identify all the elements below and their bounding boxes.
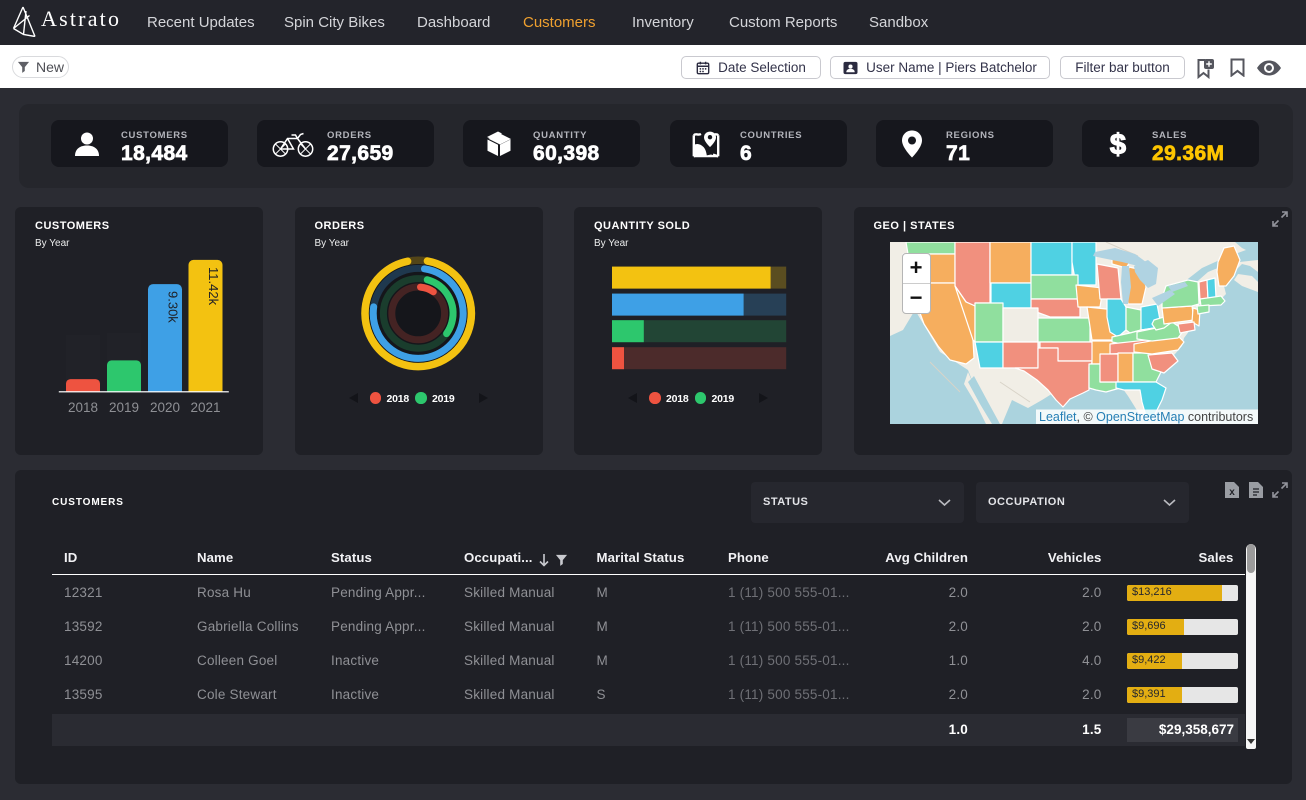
svg-text:2019: 2019 [109,400,139,415]
svg-text:Leaflet, © OpenStreetMap contr: Leaflet, © OpenStreetMap contributors [1039,410,1253,424]
svg-text:2018: 2018 [68,400,98,415]
svg-text:2020: 2020 [150,400,180,415]
svg-text:$: $ [1110,129,1126,161]
svg-text:2021: 2021 [190,400,220,415]
svg-text:11.42k: 11.42k [206,267,221,306]
svg-text:9.30k: 9.30k [166,291,181,323]
svg-text:x: x [1229,487,1235,498]
